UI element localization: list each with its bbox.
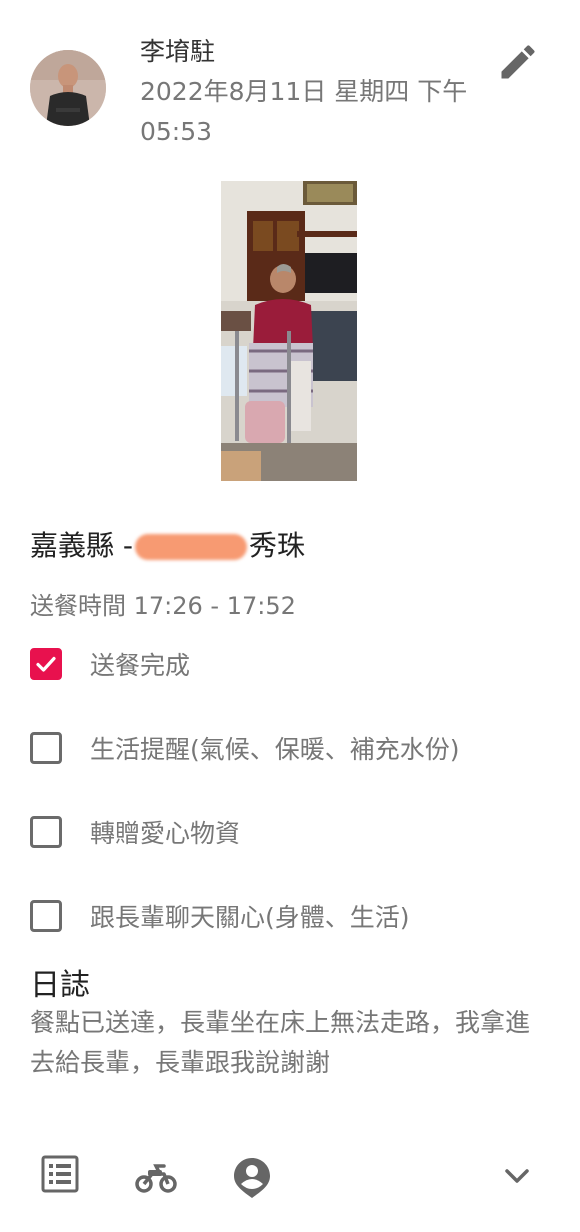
profile-location-button[interactable]: [232, 1156, 272, 1204]
location-person-icon: [234, 1158, 270, 1198]
checklist-label: 轉贈愛心物資: [90, 819, 241, 848]
motorcycle-icon: [135, 1164, 177, 1193]
log-title: 日誌: [30, 968, 90, 1003]
checklist-label: 送餐完成: [90, 651, 191, 680]
log-body: 餐點已送達，長輩坐在床上無法走路，我拿進去給長輩，長輩跟我說謝謝: [30, 1008, 531, 1077]
edit-icon: [501, 45, 535, 79]
delivery-photo[interactable]: [221, 181, 357, 481]
checklist-item-meal-delivered[interactable]: 送餐完成: [30, 646, 190, 682]
avatar: [30, 50, 106, 126]
redaction-mark: [135, 534, 248, 560]
list-button[interactable]: [40, 1154, 80, 1198]
checklist-item-donate-supplies[interactable]: 轉贈愛心物資: [30, 814, 240, 850]
post-datetime: 2022年8月11日 星期四 下午05:53: [140, 77, 468, 146]
recipient-prefix: 嘉義縣 -: [30, 529, 134, 562]
author-name: 李堉駐: [140, 37, 216, 66]
collapse-button[interactable]: [502, 1164, 532, 1192]
delivery-photo-image: [221, 181, 357, 481]
delivery-time: 送餐時間 17:26 - 17:52: [30, 592, 296, 620]
checklist-item-life-reminder[interactable]: 生活提醒(氣候、保暖、補充水份): [30, 730, 460, 766]
checklist-item-chat-care[interactable]: 跟長輩聊天關心(身體、生活): [30, 898, 410, 934]
checklist-label: 生活提醒(氣候、保暖、補充水份): [90, 735, 460, 764]
checkbox-checked[interactable]: [30, 648, 62, 680]
checkbox-unchecked[interactable]: [30, 732, 62, 764]
delivery-button[interactable]: [134, 1160, 178, 1198]
avatar-image: [30, 50, 106, 126]
chevron-down-icon: [505, 1169, 529, 1183]
checkmark-icon: [36, 656, 56, 672]
recipient-name: 嘉義縣 - 秀珠: [30, 524, 305, 564]
edit-button[interactable]: [496, 40, 540, 84]
checkbox-unchecked[interactable]: [30, 816, 62, 848]
checklist-label: 跟長輩聊天關心(身體、生活): [90, 903, 410, 932]
checkbox-unchecked[interactable]: [30, 900, 62, 932]
list-icon: [41, 1155, 79, 1193]
recipient-suffix: 秀珠: [249, 529, 306, 562]
